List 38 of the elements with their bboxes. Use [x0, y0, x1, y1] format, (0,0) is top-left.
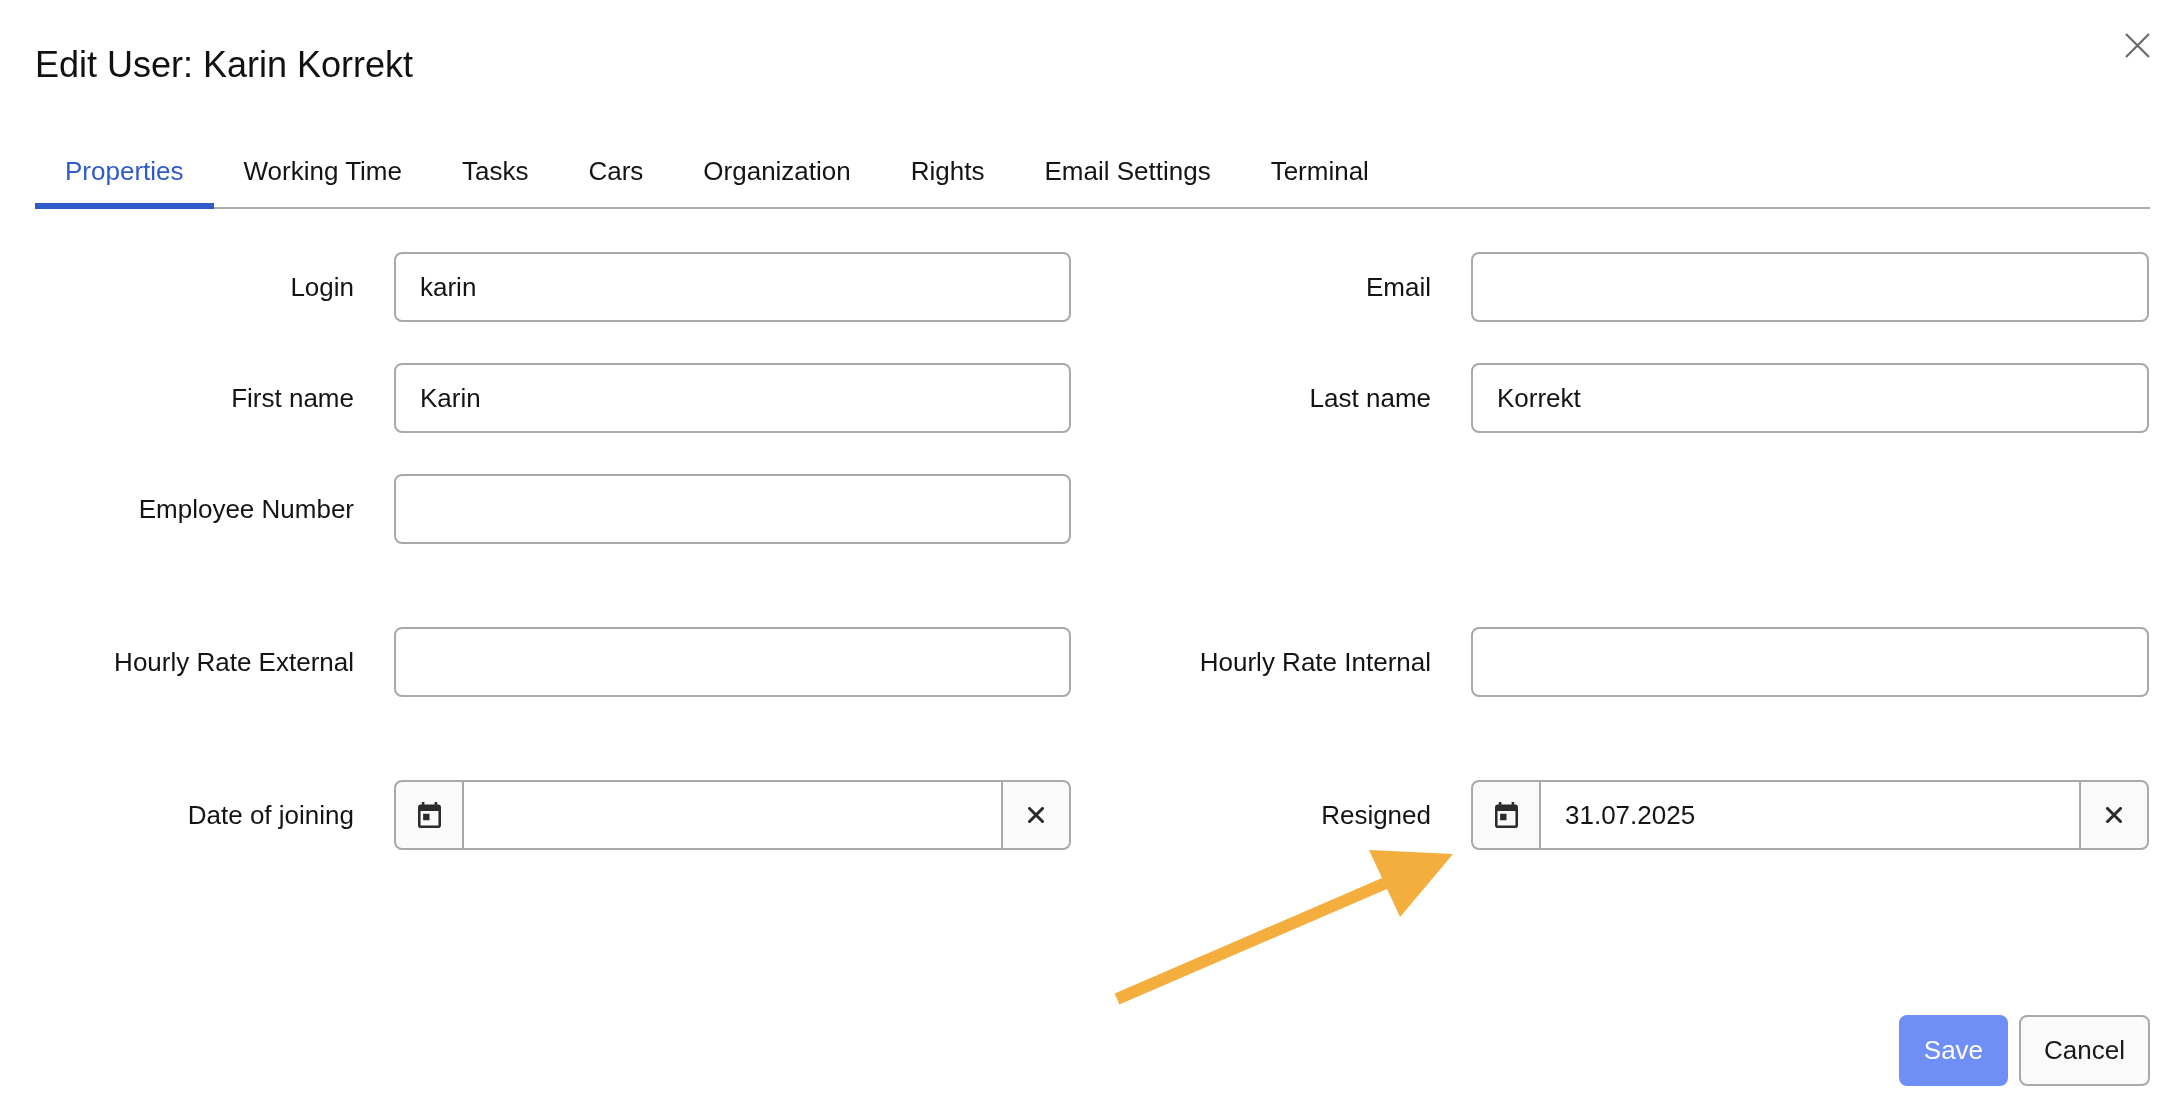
text-field[interactable] [1471, 627, 2149, 697]
tab[interactable]: Email Settings [1014, 142, 1241, 209]
tab[interactable]: Tasks [431, 142, 559, 209]
tab[interactable]: Rights [880, 142, 1015, 209]
field-label: Employee Number [138, 493, 354, 525]
cancel-button[interactable]: Cancel [2019, 1015, 2150, 1086]
calendar-button[interactable] [394, 780, 464, 850]
field-label: First name [231, 382, 354, 414]
text-field[interactable]: Korrekt [1471, 363, 2149, 433]
tab[interactable]: Properties [35, 142, 214, 209]
close-button[interactable] [2125, 33, 2150, 58]
field-label: Hourly Rate External [114, 646, 354, 678]
field-label: Last name [1309, 382, 1431, 414]
calendar-button[interactable] [1471, 780, 1541, 850]
field-label: Email [1366, 271, 1431, 303]
clear-icon [2106, 807, 2122, 823]
field-label: Login [290, 271, 354, 303]
clear-button[interactable] [1001, 780, 1071, 850]
tab[interactable]: Cars [558, 142, 674, 209]
tab[interactable]: Organization [673, 142, 881, 209]
close-icon [2125, 33, 2150, 58]
clear-icon [1028, 807, 1044, 823]
date-input[interactable]: 31.07.2025 [1541, 780, 2079, 850]
tab[interactable]: Working Time [213, 142, 432, 209]
text-field[interactable] [1471, 252, 2149, 322]
text-field[interactable]: Karin [394, 363, 1071, 433]
field-label: Resigned [1321, 799, 1431, 831]
text-field[interactable]: karin [394, 252, 1071, 322]
text-field[interactable] [394, 627, 1071, 697]
text-field[interactable] [394, 474, 1071, 544]
dialog-title: Edit User: Karin Korrekt [35, 43, 414, 86]
field-label: Hourly Rate Internal [1199, 646, 1431, 678]
calendar-icon [1494, 802, 1518, 828]
tab[interactable]: Terminal [1240, 142, 1399, 209]
field-label: Date of joining [187, 799, 354, 831]
clear-button[interactable] [2079, 780, 2149, 850]
calendar-icon [417, 802, 441, 828]
date-input[interactable] [464, 780, 1001, 850]
